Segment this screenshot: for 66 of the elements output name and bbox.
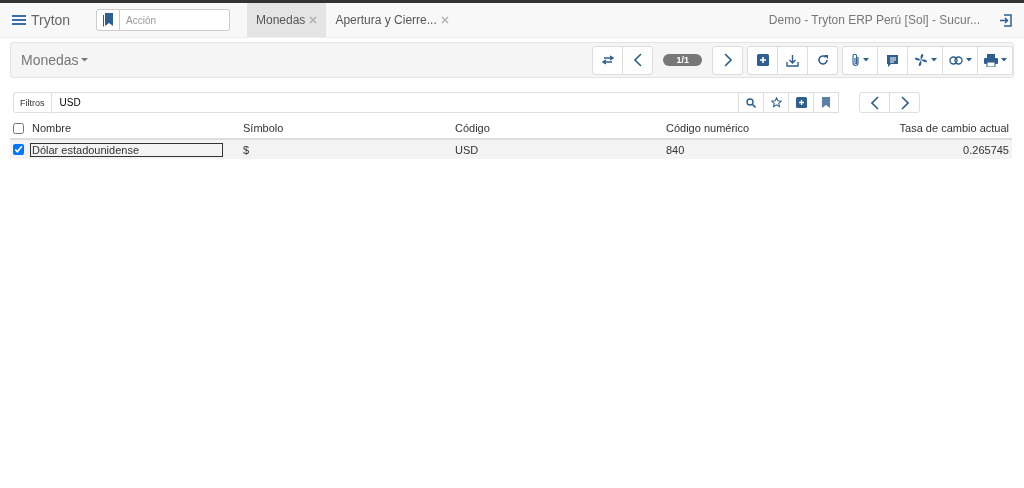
tab[interactable]: Monedas [247,3,327,37]
menu-button[interactable]: Tryton [12,3,84,37]
table-cell: 0.265745 [963,143,1009,156]
bookmarks-icon [102,13,114,27]
column-header[interactable]: Código numérico [666,122,750,134]
new-icon [756,54,769,66]
close-icon [309,16,318,24]
company-label: Demo - Tryton ERP Perú [Sol] - Sucur... [768,12,980,29]
action-button[interactable] [907,45,943,75]
filter-field[interactable]: USD [51,92,738,113]
new-button[interactable] [747,45,778,75]
caret-icon [1000,58,1007,62]
relate-button[interactable] [942,45,978,75]
search-icon [746,97,756,108]
column-header[interactable]: Tasa de cambio actual [899,122,1009,134]
print-icon [983,53,998,67]
save-filter-button[interactable] [788,92,814,113]
table-cell: USD [455,143,479,156]
reload-button[interactable] [807,45,838,75]
previous-icon [870,95,879,110]
column-header[interactable]: Código [455,122,490,134]
caret-icon [80,58,88,62]
next-button[interactable] [712,45,743,75]
attachment-icon [851,53,860,67]
column-header[interactable]: Nombre [32,122,72,134]
note-button[interactable] [877,45,908,75]
previous-button[interactable] [859,92,890,113]
search-button[interactable] [738,92,764,113]
menu-icon [12,14,26,26]
next-icon [900,95,909,110]
record-counter: 1/1 [663,54,702,66]
star-icon [770,97,782,108]
table-cell: 840 [666,143,685,156]
tab[interactable]: Apertura y Cierre... [326,3,458,37]
import-icon [786,53,799,67]
switch-view-icon [602,55,614,65]
caret-icon [862,58,869,62]
bookmark-button[interactable] [813,92,839,113]
column-header[interactable]: Símbolo [243,122,284,134]
attachment-button[interactable] [842,45,878,75]
table-cell: Dólar estadounidense [30,142,223,157]
previous-button[interactable] [622,45,654,75]
import-button[interactable] [777,45,808,75]
print-button[interactable] [977,45,1013,75]
previous-icon [634,53,642,67]
logout-icon [999,13,1012,27]
reload-icon [816,54,829,66]
caret-icon [965,58,972,62]
relate-icon [948,55,963,65]
close-icon [440,16,449,24]
select-all-checkbox[interactable] [13,122,24,134]
action-field[interactable]: Acción [120,9,230,31]
model-menu-button[interactable]: Monedas [21,52,88,68]
next-icon [723,53,732,67]
table-cell: $ [243,143,250,156]
save-filter-icon [795,97,807,108]
next-button[interactable] [889,92,920,113]
note-icon [886,53,899,67]
row-checkbox[interactable] [13,144,24,155]
filters-button[interactable]: Filtros [13,92,52,113]
switch-view-button[interactable] [592,45,624,75]
bookmark-icon [822,97,830,108]
bookmarks-button[interactable] [96,9,120,31]
star-button[interactable] [763,92,789,113]
action-icon [913,53,928,67]
caret-icon [930,58,937,62]
